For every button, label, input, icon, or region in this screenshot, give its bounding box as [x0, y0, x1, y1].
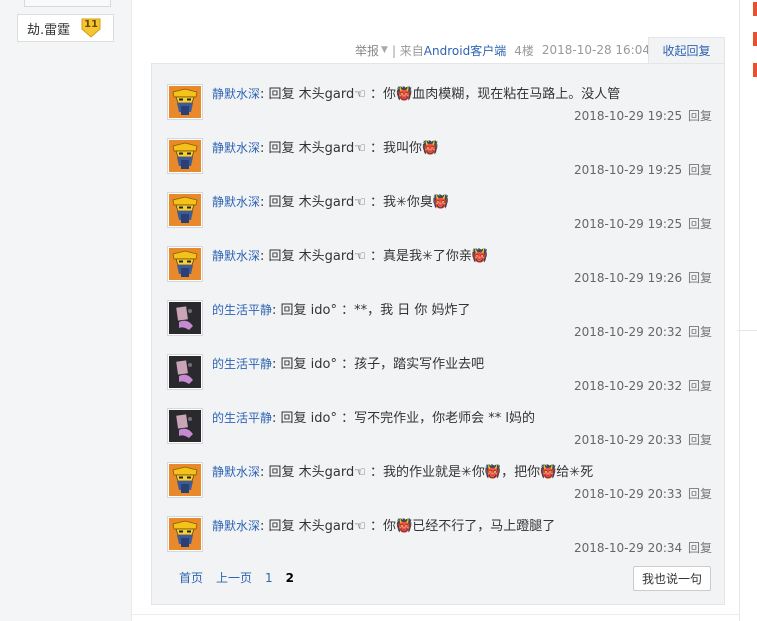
reply-time: 2018-10-29 20:33	[574, 487, 683, 501]
reply-footer: 2018-10-29 19:26 回复	[574, 269, 712, 286]
reply-item: 静默水深: 回复 木头gard☜ ：我的作业就是✳你👹，把你👹给✳死 2018-1…	[167, 458, 712, 512]
reply-username-link[interactable]: 静默水深	[212, 87, 260, 101]
reply-time: 2018-10-29 19:25	[574, 109, 683, 123]
reply-text: : 回复 ido° ：**，我 日 你 妈炸了	[272, 303, 471, 317]
reply-username-link[interactable]: 静默水深	[212, 249, 260, 263]
reply-content: 静默水深: 回复 木头gard☜ ：我的作业就是✳你👹，把你👹给✳死	[212, 461, 712, 479]
collapse-replies-button[interactable]: 收起回复	[648, 37, 725, 63]
pager-current-page: 2	[285, 570, 295, 585]
reply-content: 静默水深: 回复 木头gard☜ ：你👹血肉模糊，现在粘在马路上。没人管	[212, 83, 712, 101]
author-column: 劫.雷霆 11	[0, 0, 132, 621]
reply-button[interactable]: 回复	[688, 271, 712, 285]
reply-item: 静默水深: 回复 木头gard☜ ：真是我✳了你亲👹 2018-10-29 19:…	[167, 242, 712, 296]
user-avatar[interactable]	[167, 462, 203, 498]
reply-time: 2018-10-29 19:26	[574, 271, 683, 285]
post-meta-bar: 举报 ▼ | 来自 Android客户端 4楼 2018-10-28 16:04	[355, 40, 650, 60]
reply-button[interactable]: 回复	[688, 163, 712, 177]
user-avatar[interactable]	[167, 192, 203, 228]
side-accent-mark	[753, 63, 757, 77]
user-avatar[interactable]	[167, 408, 203, 444]
reply-username-link[interactable]: 的生活平静	[212, 411, 272, 425]
source-prefix: | 来自	[391, 43, 424, 58]
username[interactable]: 劫.雷霆	[27, 19, 70, 38]
reply-content: 的生活平静: 回复 ido° ：写不完作业，你老师会 ** l妈的	[212, 407, 712, 425]
reply-time: 2018-10-29 20:32	[574, 325, 683, 339]
reply-content: 静默水深: 回复 木头gard☜ ：真是我✳了你亲👹	[212, 245, 712, 263]
reply-button[interactable]: 回复	[688, 325, 712, 339]
side-accent-mark	[753, 32, 757, 46]
pager-first-link[interactable]: 首页	[179, 569, 203, 586]
reply-footer: 2018-10-29 19:25 回复	[574, 161, 712, 178]
reply-username-link[interactable]: 静默水深	[212, 519, 260, 533]
user-avatar[interactable]	[167, 300, 203, 336]
reply-footer: 2018-10-29 20:34 回复	[574, 539, 712, 556]
user-avatar[interactable]	[167, 84, 203, 120]
reply-content: 静默水深: 回复 木头gard☜ ：我叫你👹	[212, 137, 712, 155]
reply-button[interactable]: 回复	[688, 541, 712, 555]
reply-item: 的生活平静: 回复 ido° ：**，我 日 你 妈炸了 2018-10-29 2…	[167, 296, 712, 350]
reply-footer: 2018-10-29 19:25 回复	[574, 215, 712, 232]
user-avatar[interactable]	[167, 138, 203, 174]
source-client-link[interactable]: Android客户端	[424, 42, 506, 59]
reply-item: 静默水深: 回复 木头gard☜ ：我叫你👹 2018-10-29 19:25 回…	[167, 134, 712, 188]
level-number: 11	[84, 19, 99, 30]
reply-footer: 2018-10-29 19:25 回复	[574, 107, 712, 124]
reply-footer: 2018-10-29 20:32 回复	[574, 323, 712, 340]
reply-time: 2018-10-29 19:25	[574, 217, 683, 231]
post-time: 2018-10-28 16:04	[541, 43, 650, 57]
user-avatar[interactable]	[167, 246, 203, 282]
reply-content: 的生活平静: 回复 ido° ：**，我 日 你 妈炸了	[212, 299, 712, 317]
reply-pager: 首页 上一页 1 2	[179, 569, 294, 586]
reply-text: : 回复 木头gard☜ ：真是我✳了你亲👹	[260, 249, 489, 263]
content-right-border	[739, 0, 740, 621]
user-avatar[interactable]	[167, 516, 203, 552]
reply-item: 静默水深: 回复 木头gard☜ ：你👹血肉模糊，现在粘在马路上。没人管 2018…	[167, 80, 712, 134]
reply-username-link[interactable]: 静默水深	[212, 465, 260, 479]
pager-prev-link[interactable]: 上一页	[216, 569, 252, 586]
reply-list-panel: 静默水深: 回复 木头gard☜ ：你👹血肉模糊，现在粘在马路上。没人管 2018…	[151, 63, 725, 605]
reply-username-link[interactable]: 的生活平静	[212, 303, 272, 317]
reply-button[interactable]: 回复	[688, 379, 712, 393]
reply-text: : 回复 木头gard☜ ：你👹已经不行了，马上蹬腿了	[260, 519, 556, 533]
reply-button[interactable]: 回复	[688, 109, 712, 123]
floor-number: 4楼	[514, 43, 534, 58]
reply-button[interactable]: 回复	[688, 217, 712, 231]
pager-page-1-link[interactable]: 1	[265, 571, 273, 585]
previous-panel-edge	[24, 0, 111, 7]
reply-item: 的生活平静: 回复 ido° ：孩子，踏实写作业去吧 2018-10-29 20:…	[167, 350, 712, 404]
side-accent-mark	[753, 2, 757, 16]
reply-text: : 回复 木头gard☜ ：我✳你臭👹	[260, 195, 450, 209]
user-name-tag[interactable]: 劫.雷霆 11	[17, 14, 114, 42]
reply-username-link[interactable]: 静默水深	[212, 141, 260, 155]
reply-button[interactable]: 回复	[688, 487, 712, 501]
add-reply-button[interactable]: 我也说一句	[633, 566, 711, 591]
level-badge-icon: 11	[80, 17, 102, 39]
reply-text: : 回复 木头gard☜ ：我的作业就是✳你👹，把你👹给✳死	[260, 465, 594, 479]
reply-button[interactable]: 回复	[688, 433, 712, 447]
reply-footer: 2018-10-29 20:33 回复	[574, 485, 712, 502]
reply-time: 2018-10-29 19:25	[574, 163, 683, 177]
reply-time: 2018-10-29 20:34	[574, 541, 683, 555]
reply-text: : 回复 ido° ：写不完作业，你老师会 ** l妈的	[272, 411, 535, 425]
reply-text: : 回复 木头gard☜ ：我叫你👹	[260, 141, 439, 155]
reply-username-link[interactable]: 静默水深	[212, 195, 260, 209]
reply-text: : 回复 木头gard☜ ：你👹血肉模糊，现在粘在马路上。没人管	[260, 87, 621, 101]
report-link[interactable]: 举报	[355, 42, 379, 59]
user-avatar[interactable]	[167, 354, 203, 390]
reply-item: 静默水深: 回复 木头gard☜ ：你👹已经不行了，马上蹬腿了 2018-10-2…	[167, 512, 712, 566]
reply-username-link[interactable]: 的生活平静	[212, 357, 272, 371]
divider	[131, 614, 739, 615]
reply-item: 的生活平静: 回复 ido° ：写不完作业，你老师会 ** l妈的 2018-10…	[167, 404, 712, 458]
report-dropdown-icon[interactable]: ▼	[381, 45, 388, 55]
reply-content: 静默水深: 回复 木头gard☜ ：我✳你臭👹	[212, 191, 712, 209]
reply-content: 静默水深: 回复 木头gard☜ ：你👹已经不行了，马上蹬腿了	[212, 515, 712, 533]
reply-text: : 回复 ido° ：孩子，踏实写作业去吧	[272, 357, 485, 371]
reply-time: 2018-10-29 20:32	[574, 379, 683, 393]
reply-content: 的生活平静: 回复 ido° ：孩子，踏实写作业去吧	[212, 353, 712, 371]
reply-time: 2018-10-29 20:33	[574, 433, 683, 447]
divider	[737, 330, 757, 331]
reply-footer: 2018-10-29 20:33 回复	[574, 431, 712, 448]
reply-item: 静默水深: 回复 木头gard☜ ：我✳你臭👹 2018-10-29 19:25 …	[167, 188, 712, 242]
reply-footer: 2018-10-29 20:32 回复	[574, 377, 712, 394]
